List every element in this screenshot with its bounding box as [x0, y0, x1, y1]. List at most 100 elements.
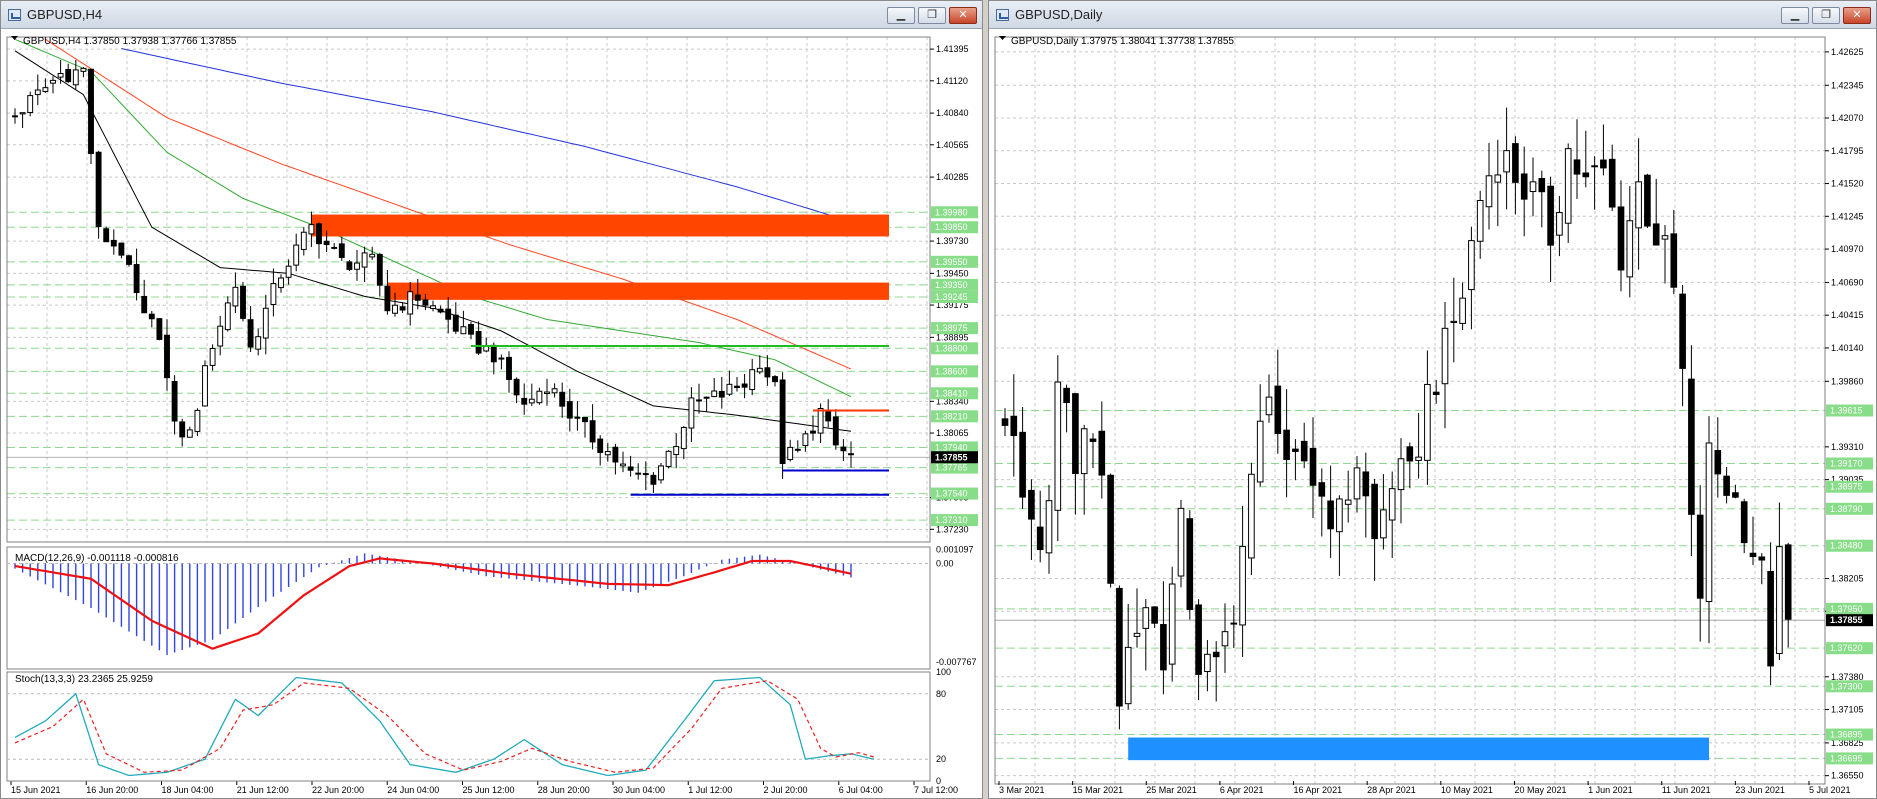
candle-body	[1133, 632, 1141, 637]
window-gbpusd-daily[interactable]: GBPUSD,Daily ▁ ❐ ✕ 1.42625 1.42345 1.42070…	[988, 0, 1877, 799]
candle-body	[840, 446, 847, 452]
window-titlebar[interactable]: GBPUSD,Daily ▁ ❐ ✕	[989, 1, 1876, 29]
x-tick-label: 18 Jun 04:00	[162, 785, 214, 795]
candle-body	[1468, 240, 1475, 291]
x-tick-label: 1 Jun 2021	[1588, 785, 1633, 795]
maximize-button[interactable]: ❐	[918, 7, 946, 24]
candle-body	[460, 326, 467, 335]
candle-body	[80, 67, 87, 72]
candle-body	[779, 379, 786, 464]
y-tick-label: 1.39730	[936, 236, 969, 246]
candle-body	[392, 304, 398, 314]
y-tick-label: 1.40285	[936, 172, 969, 182]
candle-body	[1072, 393, 1079, 475]
y-tick-label: 1.40565	[936, 140, 969, 150]
price-level-tag-label: 1.39850	[935, 222, 968, 232]
close-button[interactable]: ✕	[1843, 7, 1871, 24]
chart-menu-arrow-icon[interactable]	[11, 36, 18, 40]
stoch-label: Stoch(13,3,3) 23.2365 25.9259	[15, 674, 153, 685]
candle-body	[1503, 150, 1510, 173]
candle-body	[399, 306, 406, 311]
candle-body	[1186, 518, 1194, 611]
window-title: GBPUSD,Daily	[1015, 7, 1103, 22]
minimize-button[interactable]: ▁	[887, 7, 915, 24]
candle-body	[1476, 199, 1484, 242]
candle-body	[1045, 500, 1053, 554]
candle-body	[680, 426, 687, 450]
y-tick-label: 1.40415	[1831, 310, 1864, 320]
candle-body	[270, 283, 277, 305]
candle-body	[27, 95, 34, 113]
candle-body	[1705, 442, 1713, 603]
h4-chart-canvas[interactable]: 1.41395 1.41120 1.40840 1.40565 1.40285 1.397…	[1, 29, 982, 798]
candle-body	[1626, 220, 1634, 278]
candle-body	[711, 390, 718, 398]
candle-body	[1441, 327, 1449, 385]
candle-body	[19, 112, 26, 115]
candle-body	[1380, 509, 1387, 539]
price-level-tag-label: 1.39980	[935, 207, 968, 217]
price-level-tag-label: 1.39245	[935, 292, 968, 302]
candle-body	[202, 365, 208, 407]
stoch-y-tick-label: 0	[936, 776, 941, 786]
candle-body	[95, 151, 102, 228]
candle-body	[316, 223, 322, 245]
macd-y-tick-label: 0.00	[936, 559, 954, 569]
candle-body	[1344, 499, 1352, 505]
candle-body	[673, 446, 680, 456]
candle-body	[566, 401, 573, 419]
candle-body	[1749, 552, 1757, 558]
price-level-tag-label: 1.38800	[935, 343, 968, 353]
candle-body	[825, 409, 832, 422]
candle-body	[1265, 396, 1273, 416]
candle-body	[1415, 456, 1422, 461]
candle-body	[1168, 583, 1176, 665]
candle-body	[1512, 143, 1519, 183]
candle-body	[756, 367, 763, 373]
macd-y-tick-label: 0.001097	[936, 545, 974, 555]
x-tick-label: 22 Jun 20:00	[312, 785, 364, 795]
close-button[interactable]: ✕	[949, 7, 977, 24]
candle-body	[1256, 420, 1264, 483]
candle-body	[1591, 165, 1598, 168]
candle-body	[1582, 172, 1590, 178]
price-level-tag-label: 1.37540	[935, 489, 968, 499]
candle-body	[620, 463, 626, 467]
candle-body	[665, 450, 672, 467]
candle-body	[445, 308, 452, 320]
candle-body	[12, 115, 18, 118]
y-tick-label: 1.41520	[1831, 179, 1864, 189]
minimize-button[interactable]: ▁	[1781, 7, 1809, 24]
x-tick-label: 1 Jul 12:00	[688, 785, 732, 795]
candle-body	[1688, 378, 1695, 515]
candle-body	[384, 285, 391, 312]
window-gbpusd-h4[interactable]: GBPUSD,H4 ▁ ❐ ✕ 1.41395 1.41120 1.40840 1.4…	[0, 0, 983, 799]
stoch-main-line	[14, 676, 874, 777]
price-level-tag-label: 1.38210	[935, 411, 968, 421]
x-tick-label: 23 Jun 2021	[1735, 785, 1785, 795]
candle-body	[544, 391, 550, 395]
candle-body	[452, 314, 459, 332]
daily-chart-canvas[interactable]: 1.42625 1.42345 1.42070 1.41795 1.41520 1.412…	[989, 29, 1876, 798]
x-tick-label: 30 Jun 04:00	[613, 785, 665, 795]
candle-body	[475, 330, 482, 354]
candle-body	[1036, 526, 1044, 551]
candle-body	[1028, 489, 1035, 520]
candle-body	[612, 446, 619, 463]
candle-body	[156, 318, 163, 340]
window-titlebar[interactable]: GBPUSD,H4 ▁ ❐ ✕	[1, 1, 982, 29]
candle-body	[164, 334, 170, 379]
candle-body	[1450, 320, 1458, 323]
candle-body	[437, 308, 444, 313]
price-level-tag-label: 1.39350	[935, 280, 968, 290]
candle-body	[1459, 297, 1466, 324]
chart-menu-arrow-icon[interactable]	[999, 36, 1006, 40]
y-tick-label: 1.36550	[1831, 771, 1864, 781]
candle-body	[718, 390, 725, 398]
candle-body	[1644, 174, 1651, 227]
y-tick-label: 1.42345	[1831, 80, 1864, 90]
candle-body	[604, 451, 611, 456]
maximize-button[interactable]: ❐	[1812, 7, 1840, 24]
candle-body	[1547, 185, 1554, 246]
moving-average-blue	[121, 48, 852, 222]
